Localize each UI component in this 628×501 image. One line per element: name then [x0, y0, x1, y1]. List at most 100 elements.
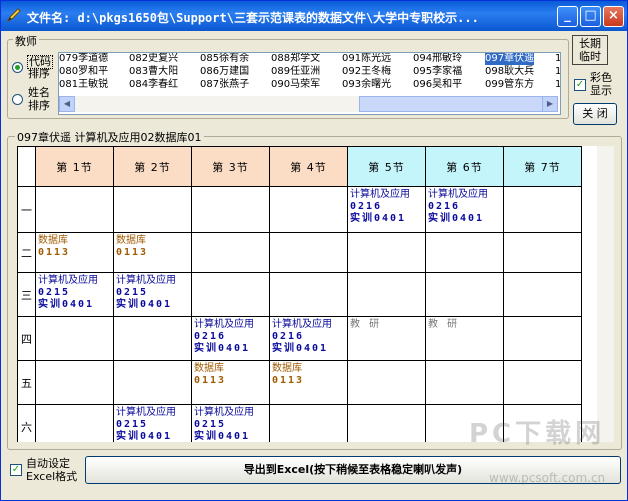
sort-by-code-radio[interactable]	[12, 62, 23, 73]
auto-excel-label-1: 自动设定	[26, 457, 70, 470]
teacher-list-item[interactable]: 096吴和平	[413, 79, 462, 91]
room-code: 实训0401	[194, 343, 251, 354]
schedule-cell[interactable]	[113, 186, 192, 233]
schedule-cell[interactable]: 计算机及应用 0215 实训0401	[35, 272, 114, 317]
schedule-cell[interactable]	[503, 186, 582, 233]
scroll-right-icon[interactable]: ▶	[542, 96, 558, 112]
schedule-cell[interactable]	[503, 232, 582, 273]
schedule-cell[interactable]	[347, 232, 426, 273]
teacher-list-item[interactable]: 082史复兴	[129, 53, 178, 65]
teacher-list-item[interactable]: 095李家福	[413, 66, 462, 78]
day-header[interactable]: 二	[17, 232, 36, 273]
schedule-cell[interactable]: 计算机及应用 0216 实训0401	[191, 316, 270, 361]
class-code: 0215	[38, 287, 71, 298]
day-header[interactable]: 五	[17, 360, 36, 405]
title-bar[interactable]: 文件名: d:\pkgs1650包\Support\三套示范课表的数据文件\大学…	[1, 1, 627, 31]
teacher-list-item[interactable]: 081王敏锐	[59, 79, 108, 91]
teacher-list-item[interactable]: 087张燕子	[200, 79, 249, 91]
schedule-cell[interactable]	[35, 316, 114, 361]
teacher-list-item[interactable]: 1	[555, 66, 560, 78]
teacher-list-item[interactable]: 098耿大兵	[485, 66, 534, 78]
schedule-cell[interactable]: 数据库 0113	[35, 232, 114, 273]
schedule-cell[interactable]	[347, 272, 426, 317]
schedule-vertical-scrollbar[interactable]	[597, 146, 614, 442]
teacher-list-item[interactable]: 091陈光远	[342, 53, 391, 65]
day-header[interactable]: 六	[17, 404, 36, 442]
schedule-cell[interactable]: 数据库 0113	[269, 360, 348, 405]
schedule-cell[interactable]	[269, 272, 348, 317]
teacher-list-item[interactable]: 092王冬梅	[342, 66, 391, 78]
schedule-cell[interactable]: 教 研	[347, 316, 426, 361]
day-header[interactable]: 四	[17, 316, 36, 361]
schedule-cell[interactable]: 计算机及应用 0216 实训0401	[269, 316, 348, 361]
maximize-button[interactable]: □	[580, 6, 601, 27]
schedule-cell[interactable]: 计算机及应用 0215 实训0401	[113, 272, 192, 317]
teacher-list-item[interactable]: 097章伏遥	[485, 53, 535, 65]
schedule-cell[interactable]: 数据库 0113	[113, 232, 192, 273]
schedule-cell[interactable]: 计算机及应用 0216 实训0401	[347, 186, 426, 233]
schedule-cell[interactable]	[191, 232, 270, 273]
schedule-cell[interactable]	[347, 404, 426, 442]
room-code: 实训0401	[194, 431, 251, 442]
period-header[interactable]: 第 2节	[113, 146, 192, 187]
color-display-checkbox[interactable]: ✓	[574, 79, 586, 91]
schedule-cell[interactable]	[503, 316, 582, 361]
teacher-list-item[interactable]: 094邢敏玲	[413, 53, 462, 65]
teacher-list-item[interactable]: 093余曙光	[342, 79, 391, 91]
scroll-thumb[interactable]	[359, 96, 549, 112]
schedule-cell[interactable]	[503, 272, 582, 317]
teacher-list-item[interactable]: 089任亚洲	[271, 66, 320, 78]
period-header[interactable]: 第 4节	[269, 146, 348, 187]
teacher-list-item[interactable]: 088郑学文	[271, 53, 320, 65]
schedule-cell[interactable]: 计算机及应用 0215 实训0401	[113, 404, 192, 442]
schedule-cell[interactable]: 计算机及应用 0216 实训0401	[425, 186, 504, 233]
teacher-list-item[interactable]: 1	[555, 53, 560, 65]
teacher-list-item[interactable]: 099管东方	[485, 79, 534, 91]
day-header[interactable]: 三	[17, 272, 36, 317]
schedule-cell[interactable]	[347, 360, 426, 405]
room-code: 实训0401	[116, 299, 173, 310]
schedule-cell[interactable]	[113, 316, 192, 361]
close-window-button[interactable]: ×	[603, 6, 624, 27]
teacher-list-item[interactable]: 079李道德	[59, 53, 108, 65]
sort-by-name-radio[interactable]	[12, 94, 23, 105]
teacher-list-item[interactable]: 1	[555, 79, 560, 91]
schedule-cell[interactable]	[35, 186, 114, 233]
schedule-cell[interactable]	[35, 404, 114, 442]
schedule-cell[interactable]	[113, 360, 192, 405]
schedule-grid[interactable]: 第 1节第 2节第 3节第 4节第 5节第 6节第 7节一计算机及应用 0216 实…	[17, 146, 597, 442]
schedule-cell[interactable]	[425, 232, 504, 273]
main-window: 文件名: d:\pkgs1650包\Support\三套示范课表的数据文件\大学…	[0, 0, 628, 501]
teacher-list-item[interactable]: 090马荣军	[271, 79, 320, 91]
period-header[interactable]: 第 6节	[425, 146, 504, 187]
schedule-cell[interactable]	[269, 186, 348, 233]
schedule-cell[interactable]	[503, 360, 582, 405]
long-short-term-button[interactable]: 长期 临时	[572, 35, 608, 65]
teacher-list-item[interactable]: 080罗和平	[59, 66, 108, 78]
period-header[interactable]: 第 7节	[503, 146, 582, 187]
period-header[interactable]: 第 3节	[191, 146, 270, 187]
schedule-cell[interactable]: 计算机及应用 0215 实训0401	[191, 404, 270, 442]
teacher-list-item[interactable]: 084李春红	[129, 79, 178, 91]
schedule-cell[interactable]	[269, 404, 348, 442]
schedule-cell[interactable]: 教 研	[425, 316, 504, 361]
teacher-list-item[interactable]: 086万建国	[200, 66, 249, 78]
schedule-cell[interactable]	[35, 360, 114, 405]
teacher-list-scrollbar[interactable]: ◀ ▶	[59, 96, 558, 112]
schedule-cell[interactable]: 数据库 0113	[191, 360, 270, 405]
schedule-cell[interactable]	[269, 232, 348, 273]
close-button[interactable]: 关 闭	[573, 103, 617, 125]
schedule-cell[interactable]	[425, 360, 504, 405]
minimize-button[interactable]: _	[557, 6, 578, 27]
day-header[interactable]: 一	[17, 186, 36, 233]
schedule-cell[interactable]	[191, 272, 270, 317]
auto-excel-format-checkbox[interactable]: ✓	[10, 464, 22, 476]
teacher-list-item[interactable]: 085徐有余	[200, 53, 249, 65]
sort-by-name-label-1: 姓名	[28, 86, 50, 99]
scroll-left-icon[interactable]: ◀	[59, 96, 75, 112]
schedule-cell[interactable]	[425, 272, 504, 317]
period-header[interactable]: 第 1节	[35, 146, 114, 187]
period-header[interactable]: 第 5节	[347, 146, 426, 187]
teacher-list-item[interactable]: 083曹大阳	[129, 66, 178, 78]
schedule-cell[interactable]	[191, 186, 270, 233]
